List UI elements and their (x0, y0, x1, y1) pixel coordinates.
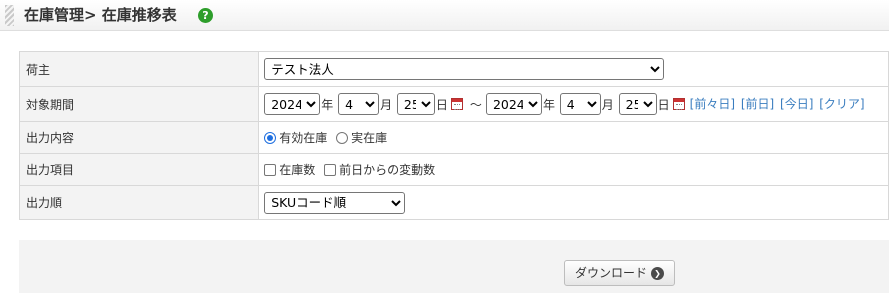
to-calendar-icon[interactable] (672, 98, 685, 110)
form-row-content: 出力内容 有効在庫 実在庫 (18, 121, 889, 154)
owner-select[interactable]: テスト法人 (264, 58, 665, 80)
from-year-select[interactable]: 2024 (264, 93, 321, 115)
to-month-select[interactable]: 4 (559, 93, 601, 115)
to-year-select[interactable]: 2024 (485, 93, 542, 115)
page-header: 在庫管理> 在庫推移表 ? (0, 0, 889, 31)
daily-change-label[interactable]: 前日からの変動数 (339, 161, 435, 178)
period-label: 対象期間 (18, 86, 260, 122)
prev-prev-day-link[interactable]: [前々日] (690, 97, 735, 111)
available-stock-radio[interactable] (264, 131, 277, 144)
order-label: 出力順 (18, 185, 260, 220)
form-row-items: 出力項目 在庫数 前日からの変動数 (18, 153, 889, 186)
download-button[interactable]: ダウンロード ❯ (564, 260, 675, 286)
form-row-period: 対象期間 2024 年 4月 25 日～ 2024 年 4月 25 日 [前々日] [前日]… (18, 86, 889, 122)
header-stripe-decoration (5, 5, 14, 26)
owner-label: 荷主 (18, 51, 260, 87)
today-link[interactable]: [今日] (780, 97, 813, 111)
action-footer: ダウンロード ❯ (19, 240, 889, 293)
stock-count-label[interactable]: 在庫数 (279, 161, 315, 178)
actual-stock-label[interactable]: 実在庫 (351, 129, 387, 146)
range-tilde: ～ (469, 97, 482, 112)
form-row-owner: 荷主 テスト法人 (18, 51, 889, 87)
prev-day-link[interactable]: [前日] (741, 97, 774, 111)
search-form-table: 荷主 テスト法人 対象期間 2024 年 4月 25 日～ 2024 年 4月 25 日[… (18, 51, 889, 220)
from-month-unit: 月 (380, 97, 393, 112)
page-title: 在庫管理> 在庫推移表 (24, 6, 177, 24)
available-stock-label[interactable]: 有効在庫 (279, 129, 327, 146)
from-day-select[interactable]: 25 (396, 93, 435, 115)
from-calendar-icon[interactable] (450, 98, 463, 110)
stock-count-checkbox[interactable] (264, 163, 277, 176)
download-label: ダウンロード (574, 266, 647, 280)
chevron-right-icon: ❯ (651, 267, 664, 280)
items-label: 出力項目 (18, 153, 260, 186)
output-order-select[interactable]: SKUコード順 (264, 191, 406, 214)
from-day-unit: 日 (435, 97, 448, 112)
to-month-unit: 月 (601, 97, 614, 112)
from-month-select[interactable]: 4 (338, 93, 380, 115)
to-day-unit: 日 (657, 97, 670, 112)
content-label: 出力内容 (18, 121, 260, 154)
help-icon[interactable]: ? (198, 8, 213, 23)
clear-link[interactable]: [クリア] (819, 97, 864, 111)
to-year-unit: 年 (542, 97, 555, 112)
from-year-unit: 年 (321, 97, 334, 112)
daily-change-checkbox[interactable] (324, 163, 337, 176)
actual-stock-radio[interactable] (336, 131, 349, 144)
to-day-select[interactable]: 25 (618, 93, 657, 115)
form-row-order: 出力順 SKUコード順 (18, 185, 889, 220)
